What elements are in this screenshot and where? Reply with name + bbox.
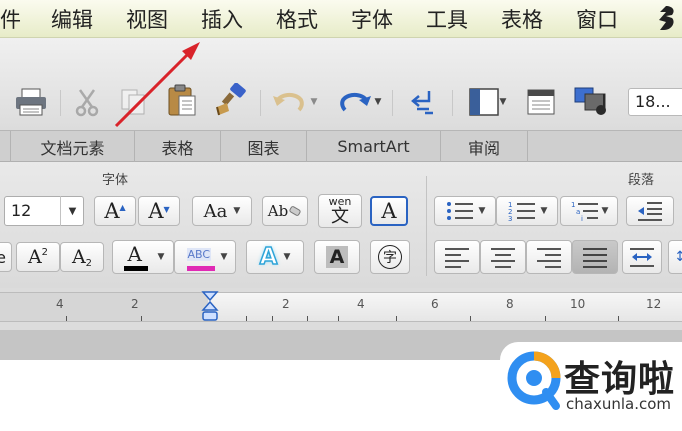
up-triangle-icon: ▲: [119, 202, 126, 212]
tab-review[interactable]: 审阅: [440, 131, 528, 162]
ruler-tick: [338, 316, 339, 321]
magnifier-logo-icon: [507, 351, 561, 410]
group-separator: [426, 176, 427, 276]
text-effects-label: A: [259, 243, 278, 271]
align-center-button[interactable]: [480, 240, 526, 274]
subscript-mark: 2: [85, 257, 93, 269]
enclose-char-button[interactable]: 字: [370, 240, 410, 274]
change-case-label: Aa: [203, 200, 228, 222]
phonetic-bottom-label: 文: [331, 205, 349, 227]
phonetic-guide-button[interactable]: wen 文: [318, 194, 362, 228]
font-color-label: A: [127, 242, 142, 266]
line-spacing-button[interactable]: ↕: [668, 240, 682, 274]
line-spacing-icon: ↕: [674, 249, 682, 265]
multilevel-list-button[interactable]: 1ai ▼: [560, 196, 618, 226]
align-left-button[interactable]: [434, 240, 480, 274]
distribute-icon: [630, 248, 654, 267]
highlight-swatch: [186, 266, 215, 271]
ruler-label: 12: [646, 297, 662, 311]
decrease-indent-icon: [638, 202, 662, 221]
strikethrough-button[interactable]: e: [0, 242, 12, 272]
bullets-dropdown-icon[interactable]: ▼: [479, 206, 486, 216]
font-color-button[interactable]: A ▼: [112, 240, 174, 274]
svg-text:i: i: [581, 215, 583, 222]
subscript-base: A: [71, 246, 86, 268]
bullets-button[interactable]: ▼: [434, 196, 496, 226]
numbering-button[interactable]: 123 ▼: [496, 196, 558, 226]
highlight-label: ABC: [186, 248, 212, 261]
ruler-label: 10: [570, 297, 586, 311]
highlight-dropdown-icon[interactable]: ▼: [221, 252, 228, 262]
indent-marker-icon[interactable]: [200, 290, 220, 324]
text-box-label: A: [381, 199, 397, 223]
numbering-dropdown-icon[interactable]: ▼: [541, 206, 548, 216]
font-color-dropdown-icon[interactable]: ▼: [158, 252, 165, 262]
ruler-tick: [396, 316, 397, 321]
svg-text:a: a: [576, 208, 580, 216]
tab-smartart[interactable]: SmartArt: [306, 131, 440, 162]
spelling-label: Ab: [267, 202, 289, 220]
strikethrough-icon: e: [0, 247, 6, 267]
align-right-button[interactable]: [526, 240, 572, 274]
ruler-label: 2: [282, 297, 290, 311]
ruler-label: 4: [357, 297, 365, 311]
phonetic-top-label: wen: [328, 194, 352, 208]
svg-text:3: 3: [508, 215, 512, 222]
ruler-tick: [272, 316, 273, 321]
ruler-tick: [66, 316, 67, 321]
svg-text:1: 1: [571, 201, 575, 209]
ruler-tick: [141, 316, 142, 321]
text-box-button[interactable]: A: [370, 196, 408, 226]
shrink-font-label: A: [148, 199, 164, 223]
tab-charts[interactable]: 图表: [220, 131, 306, 162]
numbering-icon: 123: [508, 201, 535, 222]
multilevel-dropdown-icon[interactable]: ▼: [602, 206, 609, 216]
tab-document-elements[interactable]: 文档元素: [10, 131, 134, 162]
ruler-label: 4: [56, 297, 64, 311]
down-triangle-icon: ▼: [163, 204, 170, 214]
ruler-tick: [470, 316, 471, 321]
grow-font-label: A: [104, 199, 120, 223]
distribute-button[interactable]: [622, 240, 662, 274]
spelling-button[interactable]: Ab: [262, 196, 308, 226]
bullets-icon: [446, 202, 473, 220]
ruler-tick: [246, 316, 247, 321]
justify-button[interactable]: [572, 240, 618, 274]
decrease-indent-button[interactable]: [626, 196, 674, 226]
change-case-button[interactable]: Aa ▼: [192, 196, 252, 226]
align-right-icon: [537, 248, 561, 268]
multilevel-list-icon: 1ai: [571, 201, 598, 222]
paragraph-group-label: 段落: [628, 173, 655, 188]
text-effects-button[interactable]: A ▼: [246, 240, 304, 274]
char-shading-label: A: [325, 246, 349, 268]
ruler-label: 2: [131, 297, 139, 311]
ruler-tick: [307, 316, 308, 321]
font-color-swatch: [123, 266, 148, 271]
ruler-label: 8: [506, 297, 514, 311]
justify-icon: [583, 248, 607, 268]
ribbon-tab-bar: 文档元素 表格 图表 SmartArt 审阅: [0, 130, 682, 162]
shrink-font-button[interactable]: A ▼: [138, 196, 180, 226]
superscript-button[interactable]: A 2: [16, 242, 60, 272]
text-effects-dropdown-icon[interactable]: ▼: [283, 252, 290, 262]
font-group-label: 字体: [102, 173, 129, 188]
tab-tables[interactable]: 表格: [134, 131, 220, 162]
highlight-button[interactable]: ABC ▼: [174, 240, 236, 274]
superscript-mark: 2: [41, 246, 49, 258]
align-left-icon: [445, 248, 469, 268]
font-size-dropdown-icon[interactable]: ▼: [60, 196, 84, 226]
watermark-url: chaxunla.com: [566, 395, 671, 413]
ruler-label: 6: [431, 297, 439, 311]
enclosed-char-label: 字: [378, 245, 402, 269]
grow-font-button[interactable]: A ▲: [94, 196, 136, 226]
change-case-dropdown-icon[interactable]: ▼: [233, 206, 240, 216]
char-shading-button[interactable]: A: [314, 240, 360, 274]
align-center-icon: [491, 248, 515, 268]
subscript-button[interactable]: A 2: [60, 242, 104, 272]
ruler-left-margin: [0, 292, 208, 322]
superscript-base: A: [27, 246, 42, 268]
eraser-icon: [289, 206, 301, 216]
ruler-tick: [618, 316, 619, 321]
ruler-tick: [545, 316, 546, 321]
